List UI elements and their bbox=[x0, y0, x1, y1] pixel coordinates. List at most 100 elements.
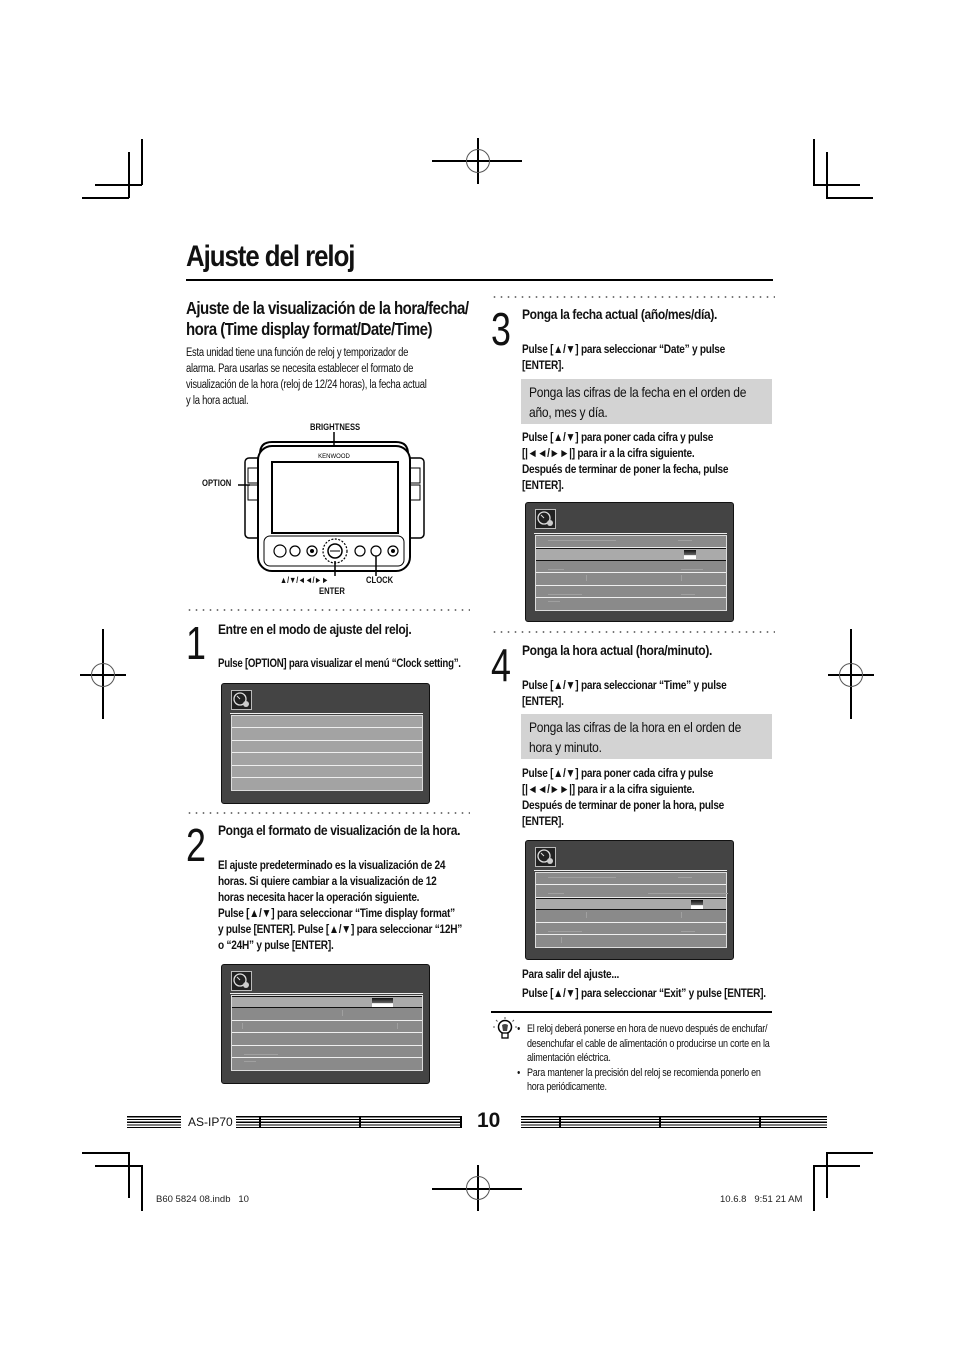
step-number: 1 bbox=[186, 617, 206, 669]
text-line: Después de terminar de poner la hora, pu… bbox=[522, 798, 725, 812]
intro-line: Esta unidad tiene una función de reloj y… bbox=[186, 347, 409, 359]
menu-row[interactable] bbox=[232, 740, 422, 754]
edit-cursor bbox=[691, 899, 703, 909]
text-line: y pulse [ENTER]. Pulse [▲/▼] para selecc… bbox=[218, 922, 463, 936]
model-number: AS-IP70 bbox=[188, 1115, 233, 1129]
clock-setting-screen bbox=[221, 683, 430, 804]
menu-row[interactable] bbox=[232, 765, 422, 778]
menu-row-selected[interactable] bbox=[536, 897, 726, 911]
note-line: año, mes y día. bbox=[529, 403, 608, 420]
menu-row[interactable] bbox=[536, 560, 726, 574]
menu-row-selected[interactable] bbox=[536, 548, 726, 561]
menu-row[interactable] bbox=[536, 922, 726, 935]
tips-list: El reloj deberá ponerse en hora de nuevo… bbox=[517, 1022, 773, 1095]
page-number: 10 bbox=[477, 1109, 501, 1132]
note-box: Ponga las cifras de la hora en el orden … bbox=[521, 714, 772, 759]
step-text: El ajuste predeterminado es la visualiza… bbox=[218, 857, 478, 953]
page-title: Ajuste del reloj bbox=[186, 240, 355, 273]
step-number: 3 bbox=[491, 303, 511, 355]
stripe-divider bbox=[460, 1116, 462, 1128]
intro-paragraph: Esta unidad tiene una función de reloj y… bbox=[186, 345, 457, 409]
exit-heading: Para salir del ajuste... bbox=[522, 967, 620, 981]
menu-list bbox=[535, 535, 727, 612]
note-line: hora y minuto. bbox=[529, 738, 602, 755]
menu-row[interactable] bbox=[232, 728, 422, 741]
step-heading: Ponga la fecha actual (año/mes/día). bbox=[522, 306, 718, 322]
section-title-line: Ajuste de la visualización de la hora/fe… bbox=[186, 298, 469, 318]
lightbulb-icon bbox=[492, 1016, 520, 1044]
step-text: Pulse [▲/▼] para seleccionar “Time” y pu… bbox=[522, 677, 782, 709]
menu-row[interactable] bbox=[232, 716, 422, 729]
step-text: Pulse [▲/▼] para seleccionar “Date” y pu… bbox=[522, 341, 782, 373]
text-line: Pulse [▲/▼] para seleccionar “Time” y pu… bbox=[522, 678, 727, 692]
intro-line: visualización de la hora (reloj de 12/24… bbox=[186, 379, 427, 391]
step-number: 4 bbox=[491, 639, 511, 691]
text-line: [ENTER]. bbox=[522, 694, 564, 708]
tip-item: El reloj deberá ponerse en hora de nuevo… bbox=[517, 1022, 773, 1066]
text-line: Pulse [▲/▼] para seleccionar “Time displ… bbox=[218, 906, 455, 920]
menu-row[interactable] bbox=[536, 934, 726, 948]
menu-row[interactable] bbox=[536, 910, 726, 923]
text-line: Pulse [▲/▼] para poner cada cifra y puls… bbox=[522, 430, 714, 444]
dotted-divider bbox=[186, 609, 470, 611]
menu-row[interactable] bbox=[536, 536, 726, 549]
section-title-line: hora (Time display format/Date/Time) bbox=[186, 319, 433, 339]
dotted-divider bbox=[491, 296, 775, 298]
stripe-divider bbox=[359, 1116, 361, 1128]
text-line: [ENTER]. bbox=[522, 814, 564, 828]
menu-row[interactable] bbox=[232, 1008, 422, 1021]
menu-row[interactable] bbox=[232, 753, 422, 766]
menu-row[interactable] bbox=[536, 873, 726, 886]
stripe-divider bbox=[659, 1116, 661, 1128]
clock-setting-icon bbox=[535, 509, 556, 529]
step-heading: Ponga el formato de visualización de la … bbox=[218, 822, 461, 838]
date-setting-screen bbox=[525, 502, 734, 622]
text-line: o “24H” y pulse [ENTER]. bbox=[218, 938, 334, 952]
title-rule bbox=[186, 279, 773, 281]
menu-row[interactable] bbox=[536, 585, 726, 598]
text-line: [ENTER]. bbox=[522, 358, 564, 372]
edit-cursor bbox=[684, 550, 696, 560]
text-line: horas necesita hacer la operación siguie… bbox=[218, 890, 420, 904]
step-number: 2 bbox=[186, 819, 206, 871]
step-text: Pulse [▲/▼] para poner cada cifra y puls… bbox=[522, 429, 782, 493]
text-line: Después de terminar de poner la fecha, p… bbox=[522, 462, 729, 476]
menu-list bbox=[535, 872, 728, 949]
time-setting-screen bbox=[525, 840, 734, 960]
print-timestamp: 10.6.8 9:51 21 AM bbox=[720, 1194, 803, 1205]
text-line: [ENTER]. bbox=[522, 478, 564, 492]
menu-row[interactable] bbox=[536, 597, 726, 611]
stripe-divider bbox=[259, 1116, 261, 1128]
menu-row-selected[interactable] bbox=[232, 996, 422, 1009]
device-illustration: BRIGHTNESS OPTION ▲/▼/◄◄/►► ENTER CLOCK … bbox=[200, 418, 445, 598]
menu-list bbox=[231, 995, 423, 1072]
step-heading: Entre en el modo de ajuste del reloj. bbox=[218, 621, 412, 637]
menu-row[interactable] bbox=[232, 777, 422, 791]
dotted-divider bbox=[186, 812, 470, 814]
menu-list bbox=[231, 715, 423, 792]
menu-row[interactable] bbox=[232, 1020, 422, 1034]
text-line: Pulse [▲/▼] para seleccionar “Date” y pu… bbox=[522, 342, 725, 356]
menu-row[interactable] bbox=[232, 1057, 422, 1071]
note-line: Ponga las cifras de la fecha en el orden… bbox=[529, 384, 747, 400]
note-box: Ponga las cifras de la fecha en el orden… bbox=[521, 379, 772, 424]
section-title: Ajuste de la visualización de la hora/fe… bbox=[186, 298, 470, 340]
intro-line: y la hora actual. bbox=[186, 395, 249, 407]
text-line: [|◄◄/►►|] para ir a la cifra siguiente. bbox=[522, 782, 695, 796]
device-drawing: KENWOOD bbox=[238, 432, 425, 576]
menu-row[interactable] bbox=[536, 885, 728, 898]
step-heading: Ponga la hora actual (hora/minuto). bbox=[522, 642, 712, 658]
menu-row[interactable] bbox=[232, 1033, 422, 1046]
step-text: Pulse [▲/▼] para poner cada cifra y puls… bbox=[522, 765, 782, 829]
step-text: Pulse [OPTION] para visualizar el menú “… bbox=[218, 658, 461, 670]
menu-row[interactable] bbox=[232, 1045, 422, 1058]
menu-row[interactable] bbox=[536, 573, 726, 586]
footer-stripe bbox=[127, 1116, 181, 1128]
clock-setting-icon bbox=[535, 847, 556, 867]
tips-rule bbox=[491, 1011, 772, 1013]
clock-setting-icon bbox=[231, 690, 252, 710]
clock-setting-icon bbox=[231, 971, 252, 991]
exit-text: Pulse [▲/▼] para seleccionar “Exit” y pu… bbox=[522, 986, 766, 1000]
text-line: Pulse [▲/▼] para poner cada cifra y puls… bbox=[522, 766, 714, 780]
stripe-divider bbox=[759, 1116, 761, 1128]
